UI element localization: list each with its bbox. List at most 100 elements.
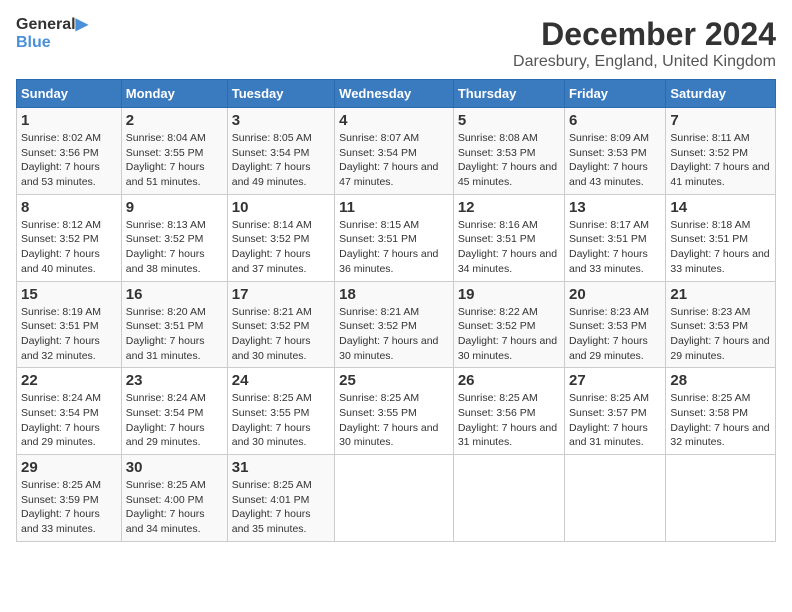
day-number: 24 <box>232 372 330 389</box>
calendar-day-cell: 31 Sunrise: 8:25 AMSunset: 4:01 PMDaylig… <box>227 455 334 542</box>
day-info: Sunrise: 8:04 AMSunset: 3:55 PMDaylight:… <box>126 131 223 190</box>
day-number: 19 <box>458 286 560 303</box>
day-info: Sunrise: 8:25 AMSunset: 3:55 PMDaylight:… <box>232 391 330 450</box>
day-info: Sunrise: 8:02 AMSunset: 3:56 PMDaylight:… <box>21 131 117 190</box>
calendar-header-row: Sunday Monday Tuesday Wednesday Thursday… <box>17 80 776 108</box>
day-number: 31 <box>232 459 330 476</box>
day-info: Sunrise: 8:19 AMSunset: 3:51 PMDaylight:… <box>21 305 117 364</box>
calendar-day-cell: 30 Sunrise: 8:25 AMSunset: 4:00 PMDaylig… <box>121 455 227 542</box>
day-info: Sunrise: 8:13 AMSunset: 3:52 PMDaylight:… <box>126 218 223 277</box>
calendar-day-cell <box>335 455 454 542</box>
calendar-day-cell: 26 Sunrise: 8:25 AMSunset: 3:56 PMDaylig… <box>453 368 564 455</box>
day-number: 2 <box>126 112 223 129</box>
header-friday: Friday <box>565 80 666 108</box>
day-info: Sunrise: 8:14 AMSunset: 3:52 PMDaylight:… <box>232 218 330 277</box>
calendar-day-cell: 18 Sunrise: 8:21 AMSunset: 3:52 PMDaylig… <box>335 281 454 368</box>
calendar-week-row: 1 Sunrise: 8:02 AMSunset: 3:56 PMDayligh… <box>17 108 776 195</box>
header-tuesday: Tuesday <box>227 80 334 108</box>
day-number: 25 <box>339 372 449 389</box>
calendar-day-cell <box>565 455 666 542</box>
calendar-day-cell: 24 Sunrise: 8:25 AMSunset: 3:55 PMDaylig… <box>227 368 334 455</box>
day-info: Sunrise: 8:11 AMSunset: 3:52 PMDaylight:… <box>670 131 771 190</box>
title-area: December 2024 Daresbury, England, United… <box>513 16 776 71</box>
calendar-day-cell: 7 Sunrise: 8:11 AMSunset: 3:52 PMDayligh… <box>666 108 776 195</box>
calendar-day-cell: 10 Sunrise: 8:14 AMSunset: 3:52 PMDaylig… <box>227 194 334 281</box>
calendar-week-row: 8 Sunrise: 8:12 AMSunset: 3:52 PMDayligh… <box>17 194 776 281</box>
header-sunday: Sunday <box>17 80 122 108</box>
main-title: December 2024 <box>513 16 776 53</box>
day-info: Sunrise: 8:12 AMSunset: 3:52 PMDaylight:… <box>21 218 117 277</box>
subtitle: Daresbury, England, United Kingdom <box>513 53 776 71</box>
calendar-day-cell: 28 Sunrise: 8:25 AMSunset: 3:58 PMDaylig… <box>666 368 776 455</box>
day-number: 26 <box>458 372 560 389</box>
day-info: Sunrise: 8:23 AMSunset: 3:53 PMDaylight:… <box>670 305 771 364</box>
calendar-day-cell <box>453 455 564 542</box>
day-number: 3 <box>232 112 330 129</box>
day-number: 7 <box>670 112 771 129</box>
day-info: Sunrise: 8:09 AMSunset: 3:53 PMDaylight:… <box>569 131 661 190</box>
day-number: 22 <box>21 372 117 389</box>
day-number: 4 <box>339 112 449 129</box>
header-monday: Monday <box>121 80 227 108</box>
day-number: 20 <box>569 286 661 303</box>
day-number: 9 <box>126 199 223 216</box>
calendar-day-cell: 6 Sunrise: 8:09 AMSunset: 3:53 PMDayligh… <box>565 108 666 195</box>
day-number: 23 <box>126 372 223 389</box>
calendar-day-cell: 2 Sunrise: 8:04 AMSunset: 3:55 PMDayligh… <box>121 108 227 195</box>
day-number: 18 <box>339 286 449 303</box>
day-info: Sunrise: 8:25 AMSunset: 3:57 PMDaylight:… <box>569 391 661 450</box>
calendar-day-cell: 4 Sunrise: 8:07 AMSunset: 3:54 PMDayligh… <box>335 108 454 195</box>
header-thursday: Thursday <box>453 80 564 108</box>
day-info: Sunrise: 8:23 AMSunset: 3:53 PMDaylight:… <box>569 305 661 364</box>
day-info: Sunrise: 8:25 AMSunset: 4:01 PMDaylight:… <box>232 478 330 537</box>
day-number: 30 <box>126 459 223 476</box>
calendar-day-cell: 21 Sunrise: 8:23 AMSunset: 3:53 PMDaylig… <box>666 281 776 368</box>
day-number: 15 <box>21 286 117 303</box>
day-number: 13 <box>569 199 661 216</box>
day-number: 28 <box>670 372 771 389</box>
calendar-day-cell: 12 Sunrise: 8:16 AMSunset: 3:51 PMDaylig… <box>453 194 564 281</box>
day-number: 21 <box>670 286 771 303</box>
calendar-week-row: 29 Sunrise: 8:25 AMSunset: 3:59 PMDaylig… <box>17 455 776 542</box>
day-number: 8 <box>21 199 117 216</box>
calendar-day-cell: 3 Sunrise: 8:05 AMSunset: 3:54 PMDayligh… <box>227 108 334 195</box>
day-number: 29 <box>21 459 117 476</box>
day-info: Sunrise: 8:25 AMSunset: 4:00 PMDaylight:… <box>126 478 223 537</box>
calendar-day-cell: 8 Sunrise: 8:12 AMSunset: 3:52 PMDayligh… <box>17 194 122 281</box>
day-number: 10 <box>232 199 330 216</box>
calendar-day-cell: 20 Sunrise: 8:23 AMSunset: 3:53 PMDaylig… <box>565 281 666 368</box>
day-info: Sunrise: 8:17 AMSunset: 3:51 PMDaylight:… <box>569 218 661 277</box>
day-info: Sunrise: 8:22 AMSunset: 3:52 PMDaylight:… <box>458 305 560 364</box>
day-info: Sunrise: 8:18 AMSunset: 3:51 PMDaylight:… <box>670 218 771 277</box>
calendar-day-cell: 5 Sunrise: 8:08 AMSunset: 3:53 PMDayligh… <box>453 108 564 195</box>
calendar-day-cell: 27 Sunrise: 8:25 AMSunset: 3:57 PMDaylig… <box>565 368 666 455</box>
day-info: Sunrise: 8:25 AMSunset: 3:55 PMDaylight:… <box>339 391 449 450</box>
calendar-day-cell: 25 Sunrise: 8:25 AMSunset: 3:55 PMDaylig… <box>335 368 454 455</box>
header-wednesday: Wednesday <box>335 80 454 108</box>
calendar-day-cell: 1 Sunrise: 8:02 AMSunset: 3:56 PMDayligh… <box>17 108 122 195</box>
day-info: Sunrise: 8:05 AMSunset: 3:54 PMDaylight:… <box>232 131 330 190</box>
day-info: Sunrise: 8:21 AMSunset: 3:52 PMDaylight:… <box>232 305 330 364</box>
day-info: Sunrise: 8:25 AMSunset: 3:59 PMDaylight:… <box>21 478 117 537</box>
calendar-day-cell: 29 Sunrise: 8:25 AMSunset: 3:59 PMDaylig… <box>17 455 122 542</box>
day-info: Sunrise: 8:20 AMSunset: 3:51 PMDaylight:… <box>126 305 223 364</box>
day-number: 12 <box>458 199 560 216</box>
calendar-week-row: 15 Sunrise: 8:19 AMSunset: 3:51 PMDaylig… <box>17 281 776 368</box>
day-number: 14 <box>670 199 771 216</box>
day-info: Sunrise: 8:25 AMSunset: 3:58 PMDaylight:… <box>670 391 771 450</box>
day-info: Sunrise: 8:21 AMSunset: 3:52 PMDaylight:… <box>339 305 449 364</box>
page-header: General▶ Blue December 2024 Daresbury, E… <box>16 16 776 71</box>
day-info: Sunrise: 8:07 AMSunset: 3:54 PMDaylight:… <box>339 131 449 190</box>
day-number: 11 <box>339 199 449 216</box>
calendar-day-cell: 22 Sunrise: 8:24 AMSunset: 3:54 PMDaylig… <box>17 368 122 455</box>
calendar-day-cell: 9 Sunrise: 8:13 AMSunset: 3:52 PMDayligh… <box>121 194 227 281</box>
day-info: Sunrise: 8:15 AMSunset: 3:51 PMDaylight:… <box>339 218 449 277</box>
calendar-day-cell: 19 Sunrise: 8:22 AMSunset: 3:52 PMDaylig… <box>453 281 564 368</box>
calendar-day-cell: 16 Sunrise: 8:20 AMSunset: 3:51 PMDaylig… <box>121 281 227 368</box>
day-info: Sunrise: 8:24 AMSunset: 3:54 PMDaylight:… <box>126 391 223 450</box>
calendar-table: Sunday Monday Tuesday Wednesday Thursday… <box>16 79 776 542</box>
day-info: Sunrise: 8:08 AMSunset: 3:53 PMDaylight:… <box>458 131 560 190</box>
calendar-week-row: 22 Sunrise: 8:24 AMSunset: 3:54 PMDaylig… <box>17 368 776 455</box>
day-info: Sunrise: 8:25 AMSunset: 3:56 PMDaylight:… <box>458 391 560 450</box>
logo: General▶ Blue <box>16 16 88 51</box>
